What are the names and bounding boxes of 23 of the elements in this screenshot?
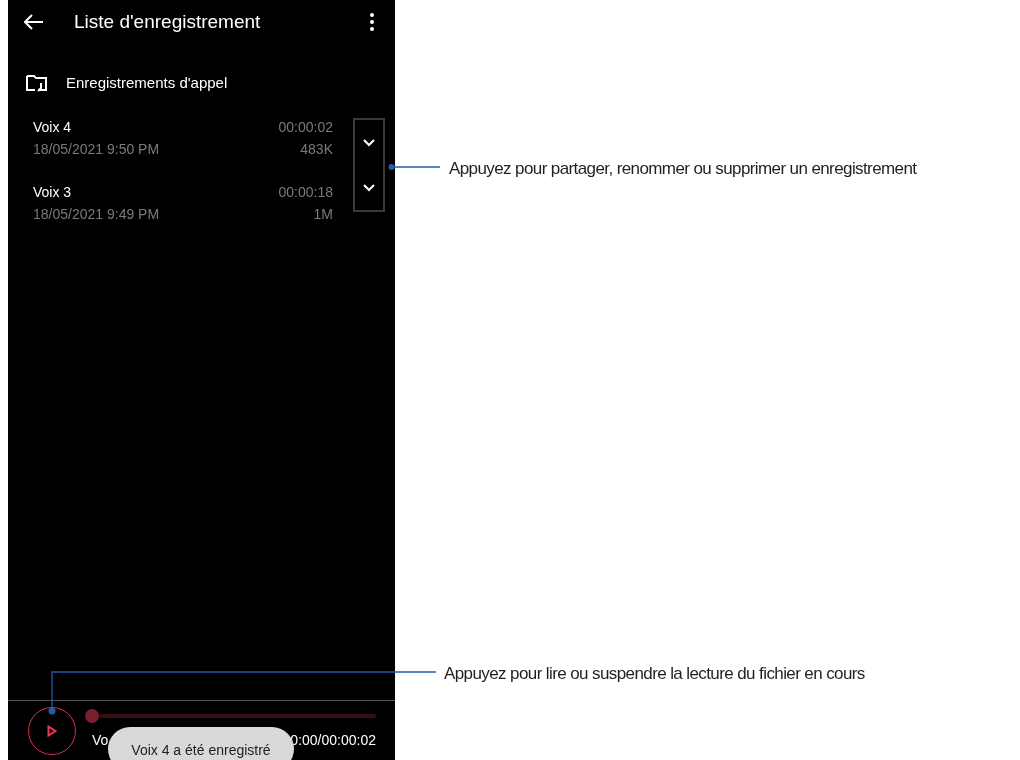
toast-message: Voix 4 a été enregistré bbox=[131, 743, 271, 760]
recording-name: Voix 3 bbox=[33, 183, 73, 202]
folder-row[interactable]: Enregistrements d'appel bbox=[8, 70, 395, 96]
leader-line bbox=[388, 163, 440, 171]
recording-name: Voix 4 bbox=[33, 118, 73, 137]
callout-text: Appuyez pour partager, renommer ou supprimer un enregistrement bbox=[449, 158, 917, 180]
recording-size: 483K bbox=[300, 140, 333, 159]
back-arrow-icon[interactable] bbox=[24, 14, 44, 30]
callout-text: Appuyez pour lire ou suspendre la lecture du fichier en cours bbox=[444, 663, 865, 685]
recording-date: 18/05/2021 9:49 PM bbox=[33, 205, 160, 224]
play-icon bbox=[47, 724, 57, 737]
folder-icon bbox=[26, 74, 48, 92]
recording-duration: 00:00:02 bbox=[278, 118, 333, 137]
player-time: 0:00/00:00:02 bbox=[290, 730, 376, 750]
player-title: Vo bbox=[92, 730, 109, 750]
progress-thumb[interactable] bbox=[85, 708, 99, 723]
chevron-down-icon[interactable] bbox=[363, 183, 375, 192]
more-options-icon[interactable] bbox=[369, 12, 375, 32]
recording-size: 1M bbox=[313, 205, 333, 224]
chevron-down-icon[interactable] bbox=[363, 138, 375, 147]
recording-date: 18/05/2021 9:50 PM bbox=[33, 140, 160, 159]
screen-title: Liste d'enregistrement bbox=[74, 9, 261, 34]
recording-duration: 00:00:18 bbox=[278, 183, 333, 202]
